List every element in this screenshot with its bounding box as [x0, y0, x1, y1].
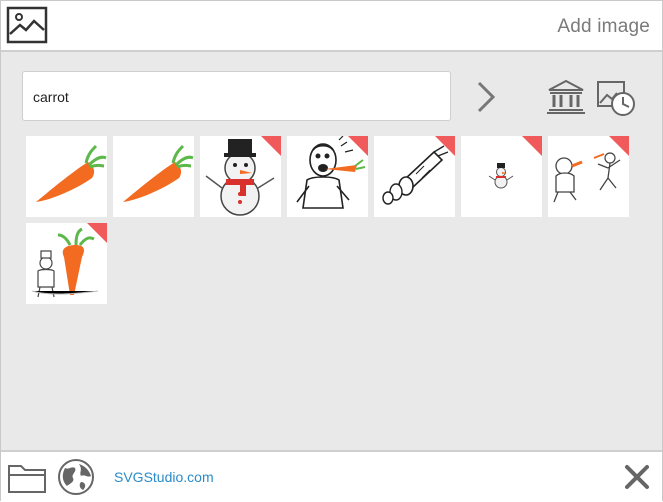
dialog-title: Add image: [557, 16, 650, 37]
results-grid: [26, 136, 646, 316]
footer: SVGStudio.com: [1, 450, 662, 502]
premium-ribbon: [347, 136, 368, 157]
result-thumb-running-figure[interactable]: [548, 136, 629, 217]
result-thumb-snowman[interactable]: [200, 136, 281, 217]
carrot-image: [36, 144, 107, 202]
premium-ribbon: [434, 136, 455, 157]
globe-icon[interactable]: [57, 458, 95, 496]
result-thumb-chef-with-carrot[interactable]: [26, 223, 107, 304]
result-thumb-carrot[interactable]: [26, 136, 107, 217]
result-thumb-cut-carrot[interactable]: [374, 136, 455, 217]
premium-ribbon: [86, 223, 107, 244]
header: Add image: [1, 1, 662, 52]
history-icon[interactable]: [595, 78, 637, 118]
premium-ribbon: [260, 136, 281, 157]
svgstudio-link[interactable]: SVGStudio.com: [114, 469, 214, 485]
result-thumb-man-eating-carrot[interactable]: [287, 136, 368, 217]
museum-icon[interactable]: [545, 78, 587, 116]
carrot-image: [123, 144, 194, 202]
premium-ribbon: [608, 136, 629, 157]
premium-ribbon: [521, 136, 542, 157]
result-thumb-small-snowman[interactable]: [461, 136, 542, 217]
folder-icon[interactable]: [7, 460, 47, 494]
chevron-right-icon[interactable]: [471, 77, 501, 117]
dialog: Add image carrot SVGStudio.com: [0, 0, 663, 502]
search-box[interactable]: [22, 71, 451, 121]
result-thumb-carrot[interactable]: [113, 136, 194, 217]
image-icon: [6, 6, 48, 44]
close-icon[interactable]: [624, 464, 650, 490]
search-input[interactable]: [33, 85, 433, 109]
